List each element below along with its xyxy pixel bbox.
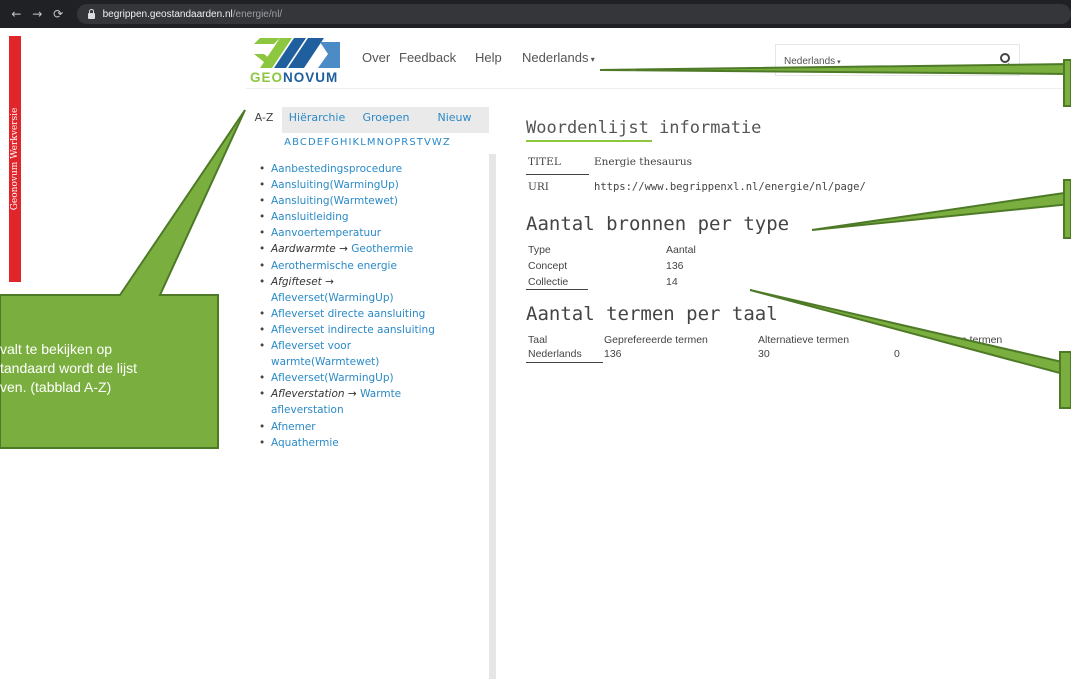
row-pref: 136 (604, 348, 622, 360)
caret-down-icon: ▾ (588, 55, 595, 64)
nav-help[interactable]: Help (475, 50, 502, 65)
caret-down-icon: ▾ (835, 59, 841, 66)
search-input[interactable] (866, 50, 986, 70)
divider (526, 174, 589, 175)
werkversie-banner: Geonovum Werkversie (9, 36, 21, 282)
list-item[interactable]: Afleverset indirecte aansluiting (259, 322, 481, 338)
nav-feedback[interactable]: Feedback (399, 50, 456, 65)
alt-label: Afgifteset (271, 275, 322, 288)
term-list: Aanbestedingsprocedure Aansluiting(Warmi… (259, 161, 481, 451)
terms-heading: Aantal termen per taal (526, 303, 778, 325)
callout-arrow-sources (811, 190, 1071, 231)
row-alt: 30 (758, 348, 770, 360)
divider (526, 289, 588, 290)
uri-label: URI (528, 181, 549, 193)
search-icon[interactable] (1000, 53, 1010, 63)
search-form: Nederlands ▾ (775, 44, 1020, 76)
nav-language[interactable]: Nederlands ▾ (522, 50, 595, 65)
list-item[interactable]: Afleverset(WarmingUp) (259, 370, 481, 386)
werkversie-text: Geonovum Werkversie (10, 107, 20, 211)
geonovum-logo[interactable]: GEONOVUM (250, 32, 342, 86)
row-type: Concept (528, 260, 568, 272)
list-item[interactable]: Afleverset voor warmte(Warmtewet) (259, 338, 409, 370)
url-host: begrippen.geostandaarden.nl (102, 8, 233, 20)
row-count: 14 (666, 276, 678, 288)
callout-text-3: ven. (tabblad A-Z) (0, 379, 112, 395)
vocab-info-heading: Woordenlijst informatie (526, 118, 762, 138)
back-icon[interactable]: ← (8, 7, 25, 21)
lock-icon (87, 9, 96, 19)
callout-box-1 (1063, 59, 1071, 107)
list-item[interactable]: Aansluiting(WarmingUp) (259, 177, 481, 193)
list-item: Afleverstation → Warmte afleverstation (259, 386, 419, 418)
title-value: Energie thesaurus (594, 156, 693, 168)
callout-text-1: valt te bekijken op (0, 341, 113, 357)
list-item[interactable]: Aquathermie (259, 435, 481, 451)
row-count: 136 (666, 260, 684, 272)
address-bar[interactable]: begrippen.geostandaarden.nl/energie/nl/ (76, 4, 1071, 24)
logo-mark-icon (254, 38, 340, 68)
sidebar-scrollbar[interactable] (489, 154, 496, 679)
reload-icon[interactable]: ⟳ (50, 7, 67, 21)
row-hidden: 0 (894, 348, 900, 360)
alt-label: Afleverstation (271, 388, 345, 401)
list-item[interactable]: Aerothermische energie (259, 258, 481, 274)
forward-icon[interactable]: → (29, 7, 46, 21)
row-lang: Nederlands (528, 348, 582, 360)
sidebar-tabs: A-Z Hiërarchie Groepen Nieuw (246, 107, 489, 133)
list-item: Aardwarmte → Geothermie (259, 241, 481, 257)
header-divider (246, 88, 1071, 89)
divider (526, 362, 603, 363)
col-type: Type (528, 244, 551, 256)
col-count: Aantal (666, 244, 696, 256)
callout-box-3 (1059, 351, 1071, 409)
list-item[interactable]: Aansluitleiding (259, 209, 481, 225)
heading-underline (526, 140, 652, 142)
callout-arrow-table (749, 289, 1071, 378)
list-item[interactable]: Aanvoertemperatuur (259, 225, 481, 241)
browser-toolbar: ← → ⟳ begrippen.geostandaarden.nl/energi… (0, 0, 1071, 28)
callout-box-2 (1063, 179, 1071, 239)
list-item[interactable]: Aanbestedingsprocedure (259, 161, 481, 177)
tab-groepen[interactable]: Groepen (352, 107, 420, 133)
col-pref: Geprefereerde termen (604, 334, 708, 346)
list-item[interactable]: Aansluiting(Warmtewet) (259, 193, 481, 209)
callout-box-left (0, 109, 246, 449)
tab-nieuw[interactable]: Nieuw (420, 107, 489, 133)
pref-label-link[interactable]: Afleverset(WarmingUp) (271, 292, 394, 304)
arrow-right-icon: → (339, 243, 348, 256)
title-label: TITEL (528, 156, 561, 168)
list-item[interactable]: Afleverset directe aansluiting (259, 306, 481, 322)
search-language-select[interactable]: Nederlands ▾ (784, 56, 841, 67)
tab-hierarchie[interactable]: Hiërarchie (282, 107, 352, 133)
col-lang: Taal (528, 334, 548, 346)
list-item: Afgifteset → Afleverset(WarmingUp) (259, 274, 481, 306)
alt-label: Aardwarmte (271, 243, 336, 256)
row-type: Collectie (528, 276, 569, 288)
col-hidden: en termen (955, 334, 1003, 346)
arrow-right-icon: → (325, 275, 334, 288)
tab-a-z[interactable]: A-Z (246, 107, 282, 133)
url-path: /energie/nl/ (232, 8, 283, 20)
alphabet-index[interactable]: ABCDEFGHIKLMNOPRSTVWZ (246, 137, 489, 148)
list-item[interactable]: Afnemer (259, 419, 481, 435)
callout-text-2: tandaard wordt de lijst (0, 360, 137, 376)
sources-heading: Aantal bronnen per type (526, 213, 790, 235)
uri-value[interactable]: https://www.begrippenxl.nl/energie/nl/pa… (594, 181, 866, 193)
logo-wordmark: GEONOVUM (250, 70, 339, 85)
nav-over[interactable]: Over (362, 50, 390, 65)
pref-label-link[interactable]: Geothermie (351, 243, 413, 255)
col-alt: Alternatieve termen (758, 334, 850, 346)
arrow-right-icon: → (347, 388, 357, 401)
